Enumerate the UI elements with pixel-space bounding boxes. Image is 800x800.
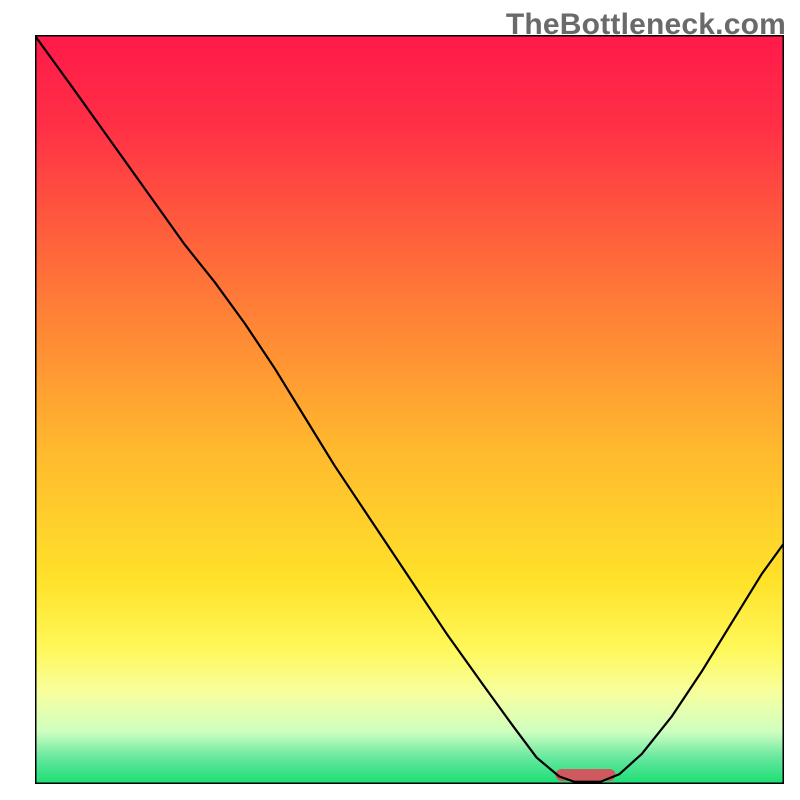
plot-area [35, 35, 784, 784]
chart-svg [35, 35, 784, 784]
gradient-background [35, 35, 784, 784]
chart-container: TheBottleneck.com [0, 0, 800, 800]
